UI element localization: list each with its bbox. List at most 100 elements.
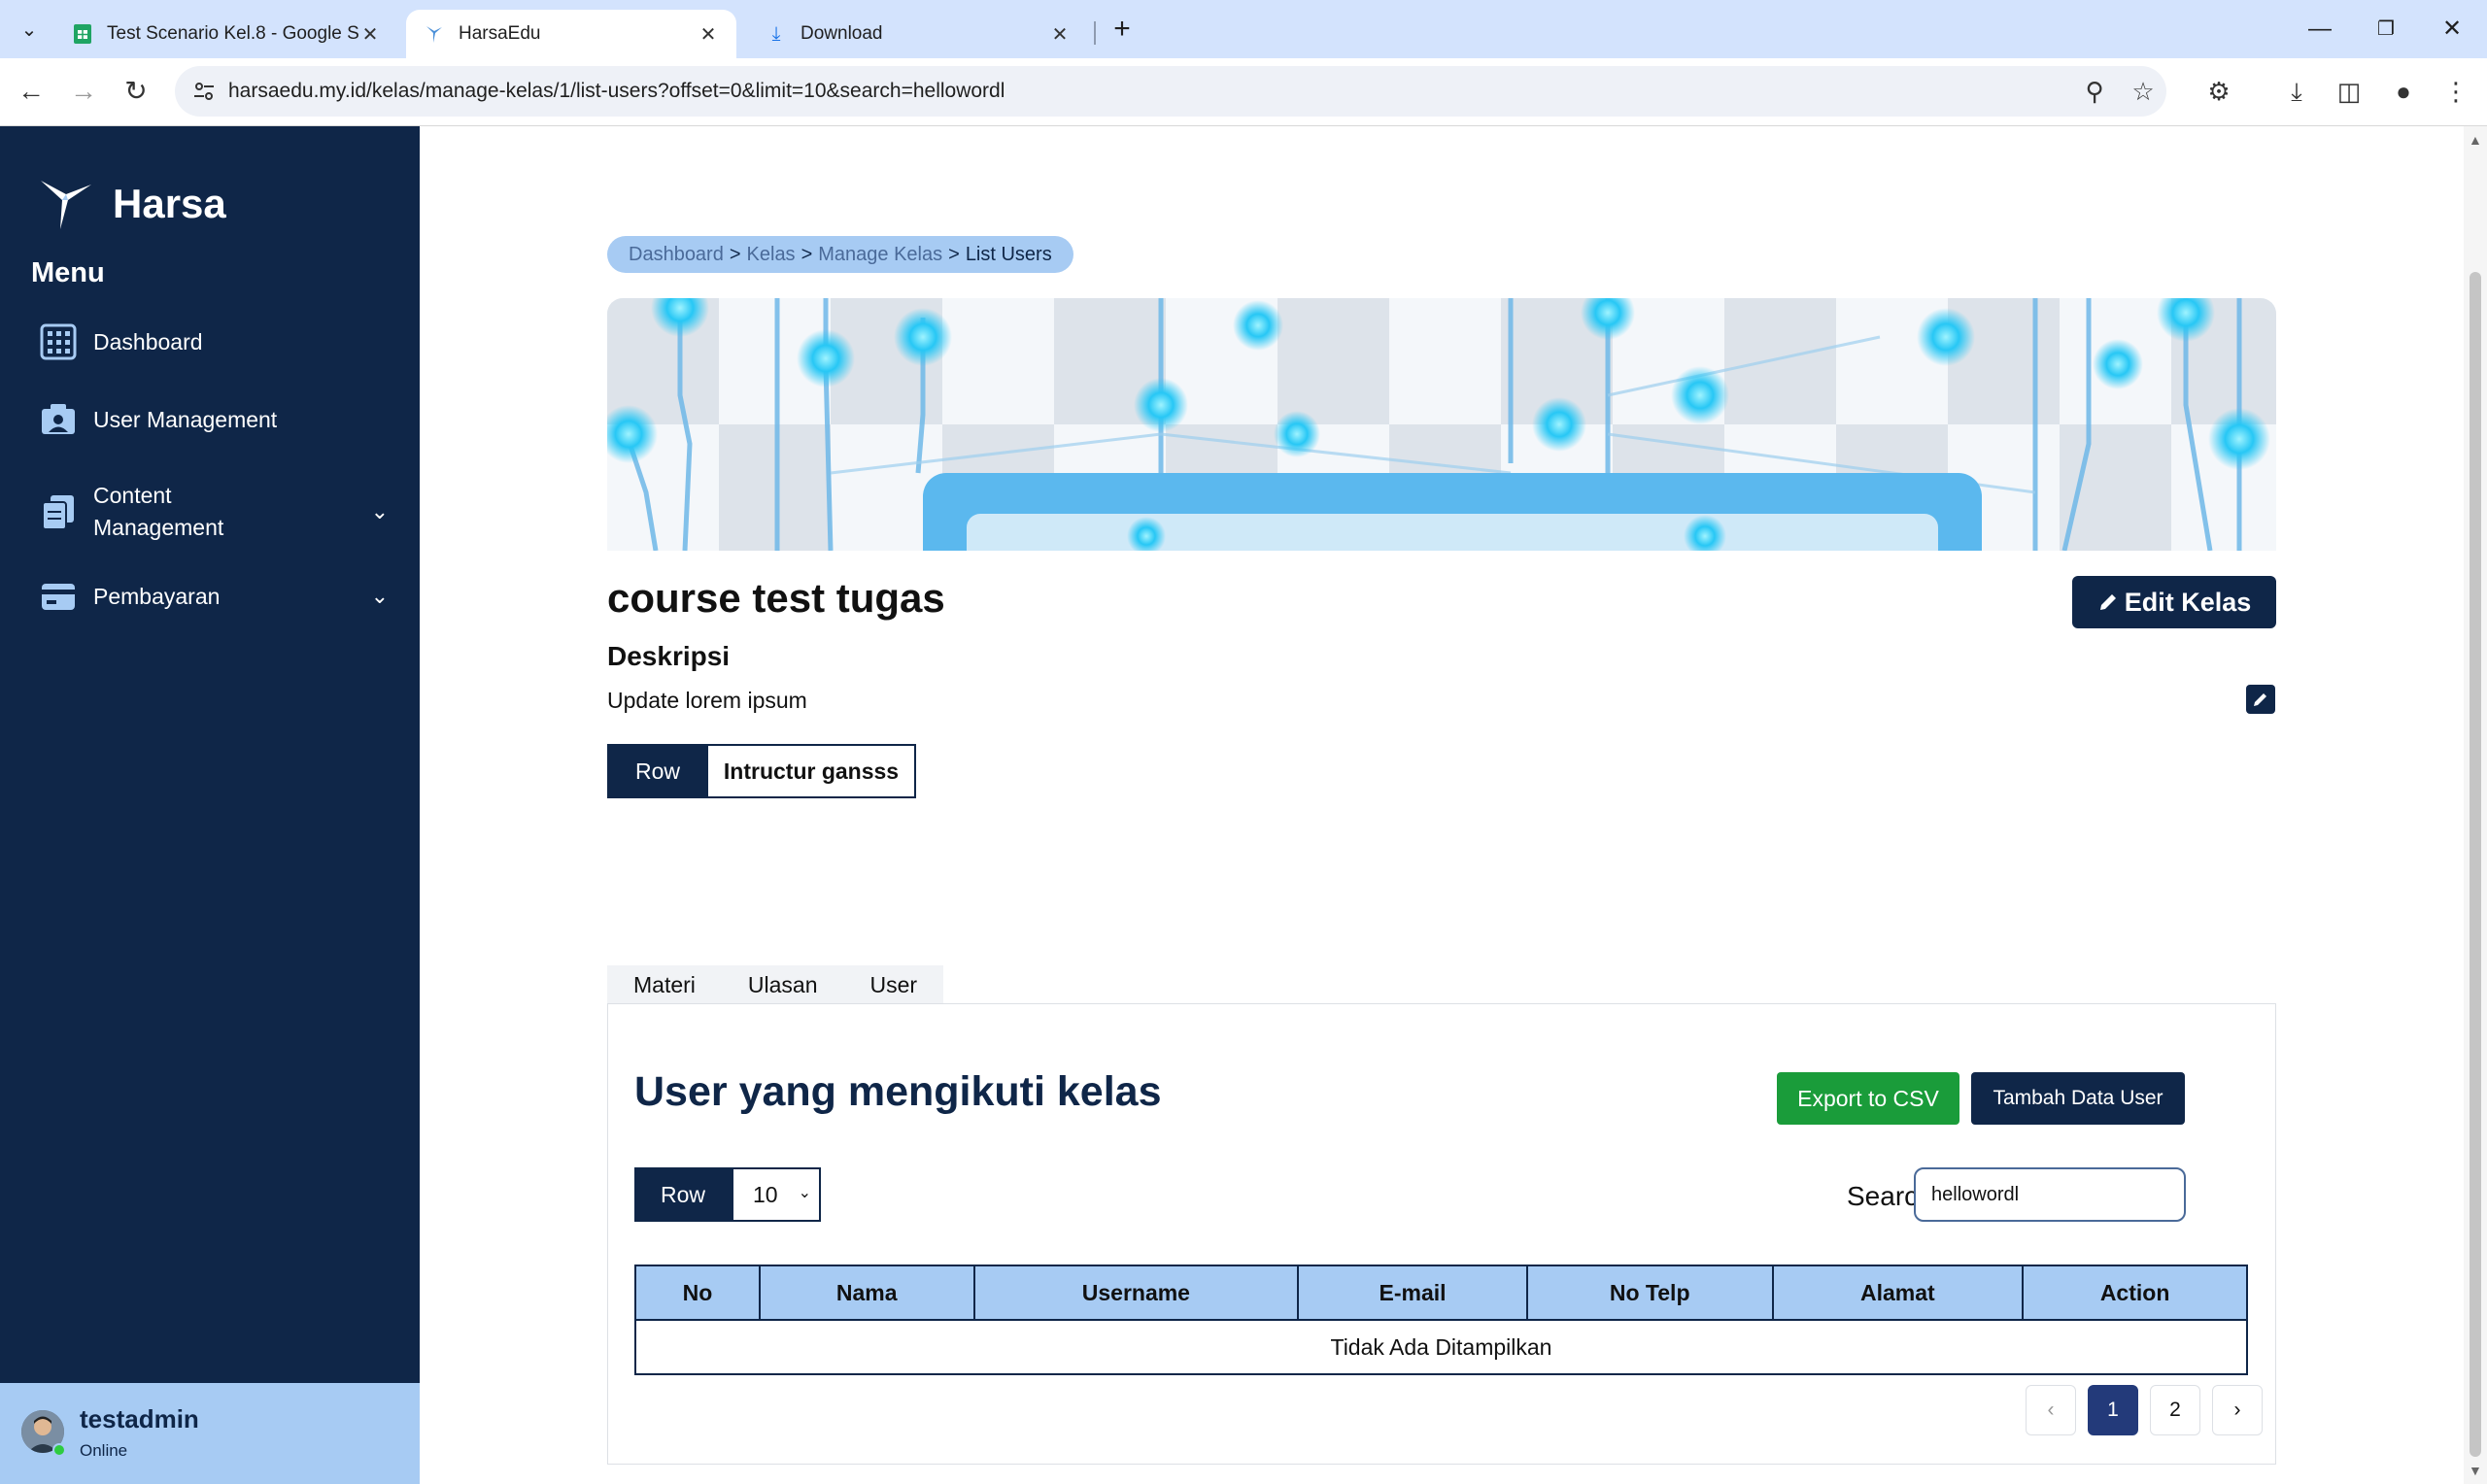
more-menu-icon[interactable]: ⋮ xyxy=(2436,72,2475,111)
tab-title: Test Scenario Kel.8 - Google Sp xyxy=(107,23,359,44)
sidebar-item-user-management[interactable]: User Management xyxy=(39,400,389,439)
rows-per-page-value: 10 xyxy=(753,1181,778,1207)
reload-icon[interactable]: ↻ xyxy=(117,72,155,111)
tab-user[interactable]: User xyxy=(844,965,944,1004)
prev-page-icon[interactable]: ‹ xyxy=(2026,1385,2076,1435)
column-header-username: Username xyxy=(972,1265,1300,1321)
description-heading: Deskripsi xyxy=(607,641,731,671)
sidebar: Harsa Menu Dashboard User Management Con… xyxy=(0,126,420,1484)
minimize-icon[interactable]: — xyxy=(2300,12,2339,47)
site-info-icon[interactable] xyxy=(190,78,218,105)
tab-search-chevron-icon[interactable]: ⌄ xyxy=(12,12,47,47)
rows-per-page-label: Row xyxy=(634,1167,732,1222)
bookmark-star-icon[interactable]: ☆ xyxy=(2128,76,2159,107)
current-user-box[interactable]: testadmin Online xyxy=(0,1383,420,1484)
breadcrumb-separator: > xyxy=(801,243,813,265)
edit-kelas-button[interactable]: Edit Kelas xyxy=(2072,576,2276,628)
tab-ulasan[interactable]: Ulasan xyxy=(722,965,844,1004)
url-text: harsaedu.my.id/kelas/manage-kelas/1/list… xyxy=(228,80,1005,102)
browser-tab-sheets[interactable]: Test Scenario Kel.8 - Google Sp ✕ xyxy=(54,10,398,58)
profile-avatar-icon[interactable]: ● xyxy=(2384,72,2423,111)
user-status: Online xyxy=(80,1441,128,1460)
tab-materi[interactable]: Materi xyxy=(607,965,722,1004)
column-header-no-telp: No Telp xyxy=(1525,1265,1774,1321)
pencil-icon xyxy=(2099,594,2116,610)
documents-icon xyxy=(39,492,78,531)
main-content: Dashboard > Kelas > Manage Kelas > List … xyxy=(420,126,2460,1484)
breadcrumb-current: List Users xyxy=(965,243,1052,265)
browser-tab-download[interactable]: ⤓ Download ✕ xyxy=(748,10,1088,58)
rows-per-page-select[interactable]: 10 ⌄ xyxy=(732,1167,821,1222)
browser-tab-bar: ⌄ Test Scenario Kel.8 - Google Sp ✕ Hars… xyxy=(0,0,2487,58)
back-icon[interactable]: ← xyxy=(12,72,51,111)
pencil-icon xyxy=(2254,693,2266,706)
column-header-email: E-mail xyxy=(1297,1265,1528,1321)
chevron-down-icon[interactable]: ⌄ xyxy=(371,499,389,524)
sidebar-item-label: User Management xyxy=(93,406,278,432)
sidebar-item-label: Dashboard xyxy=(93,328,203,354)
sidebar-item-label: Content Management xyxy=(93,480,223,544)
side-panel-icon[interactable]: ◫ xyxy=(2330,72,2368,111)
page-scrollbar[interactable]: ▲ ▼ xyxy=(2464,126,2487,1484)
forward-icon[interactable]: → xyxy=(64,72,103,111)
sidebar-item-label-line1: Content xyxy=(93,483,172,508)
description-text: Update lorem ipsum xyxy=(607,688,807,713)
course-title: course test tugas xyxy=(607,575,945,621)
course-banner-image xyxy=(607,298,2276,551)
scrollbar-thumb[interactable] xyxy=(2470,272,2481,1457)
sidebar-item-content-management[interactable]: Content Management ⌄ xyxy=(39,478,389,546)
close-tab-icon[interactable]: ✕ xyxy=(1049,22,1071,47)
menu-label: Menu xyxy=(31,257,105,288)
instructor-row-label[interactable]: Row xyxy=(609,746,706,796)
table-header-row: No Nama Username E-mail No Telp Alamat A… xyxy=(634,1265,2248,1321)
close-tab-icon[interactable]: ✕ xyxy=(698,22,719,47)
grid-icon xyxy=(39,322,78,361)
breadcrumb-link-dashboard[interactable]: Dashboard xyxy=(629,244,724,266)
column-header-action: Action xyxy=(2022,1265,2248,1321)
sidebar-item-label-line2: Management xyxy=(93,515,224,540)
breadcrumb-link-manage-kelas[interactable]: Manage Kelas xyxy=(818,244,942,266)
breadcrumb-link-kelas[interactable]: Kelas xyxy=(747,244,796,266)
browser-tab-harsaedu[interactable]: HarsaEdu ✕ xyxy=(406,10,736,58)
tab-title: HarsaEdu xyxy=(459,23,541,44)
edit-description-button[interactable] xyxy=(2246,685,2275,714)
tab-title: Download xyxy=(801,23,883,44)
scroll-up-icon[interactable]: ▲ xyxy=(2469,132,2482,148)
add-user-button[interactable]: Tambah Data User xyxy=(1971,1072,2185,1125)
page-button-1[interactable]: 1 xyxy=(2088,1385,2138,1435)
brand-name: Harsa xyxy=(113,181,226,226)
restore-icon[interactable]: ❐ xyxy=(2367,12,2405,47)
chevron-down-icon: ⌄ xyxy=(798,1185,811,1201)
online-status-dot xyxy=(52,1443,66,1457)
breadcrumb-separator: > xyxy=(729,243,741,265)
export-csv-button[interactable]: Export to CSV xyxy=(1777,1072,1959,1125)
zoom-icon[interactable]: ⚲ xyxy=(2079,76,2110,107)
scroll-down-icon[interactable]: ▼ xyxy=(2469,1463,2482,1478)
instructor-name[interactable]: Intructur gansss xyxy=(706,746,914,796)
sidebar-item-pembayaran[interactable]: Pembayaran ⌄ xyxy=(39,577,389,616)
tab-separator xyxy=(1094,21,1096,45)
download-icon: ⤓ xyxy=(771,22,781,45)
user-name: testadmin xyxy=(80,1404,199,1433)
address-bar: ← → ↻ harsaedu.my.id/kelas/manage-kelas/… xyxy=(0,58,2487,126)
column-header-no: No xyxy=(634,1265,761,1321)
new-tab-icon[interactable]: + xyxy=(1106,14,1139,47)
brand[interactable]: Harsa xyxy=(37,175,226,233)
sidebar-item-dashboard[interactable]: Dashboard xyxy=(39,322,389,361)
panel-title: User yang mengikuti kelas xyxy=(634,1068,1162,1115)
next-page-icon[interactable]: › xyxy=(2212,1385,2263,1435)
omnibox[interactable]: harsaedu.my.id/kelas/manage-kelas/1/list… xyxy=(175,66,2166,117)
downloads-icon[interactable]: ⤓ xyxy=(2277,72,2316,111)
search-input[interactable] xyxy=(1914,1167,2186,1222)
chevron-down-icon[interactable]: ⌄ xyxy=(371,584,389,609)
user-card-icon xyxy=(39,400,78,439)
close-window-icon[interactable]: ✕ xyxy=(2433,12,2471,47)
close-tab-icon[interactable]: ✕ xyxy=(359,22,381,47)
harsa-bird-icon xyxy=(424,23,445,45)
users-table: No Nama Username E-mail No Telp Alamat A… xyxy=(634,1265,2248,1375)
column-header-alamat: Alamat xyxy=(1771,1265,2025,1321)
page-button-2[interactable]: 2 xyxy=(2150,1385,2200,1435)
wallet-icon xyxy=(39,577,78,616)
extensions-icon[interactable]: ⚙ xyxy=(2199,72,2238,111)
course-tabs: Materi Ulasan User xyxy=(607,965,944,1004)
